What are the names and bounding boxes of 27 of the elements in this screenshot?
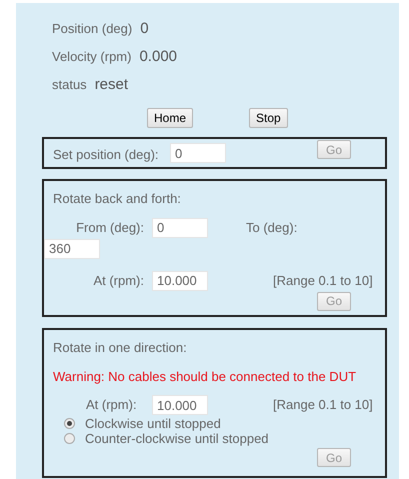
warning-text: Warning: No cables should be connected to the DUT — [53, 368, 356, 384]
radio-label: Counter-clockwise until stopped — [85, 430, 269, 448]
field-label: Set position (deg): — [53, 146, 160, 164]
input-field[interactable]: 360 — [44, 238, 100, 258]
readout-value: 0.000 — [139, 47, 178, 67]
input-field[interactable]: 10.000 — [152, 395, 208, 415]
input-field[interactable]: 0 — [170, 143, 226, 163]
readout-label: Velocity (rpm) — [52, 48, 132, 66]
radio-button[interactable] — [64, 433, 75, 444]
readout-value: 0 — [140, 19, 149, 39]
range-hint: [Range 0.1 to 10] — [273, 396, 373, 414]
field-label: At (rpm): — [86, 396, 138, 414]
stop-button[interactable]: Stop — [249, 108, 288, 128]
home-button[interactable]: Home — [147, 108, 194, 128]
range-hint: [Range 0.1 to 10] — [273, 272, 373, 290]
radio-label: Clockwise until stopped — [85, 414, 221, 433]
field-label: To (deg): — [246, 218, 298, 237]
section-title: Rotate in one direction: — [53, 340, 187, 355]
radio-button[interactable] — [64, 418, 75, 429]
readout-label: status — [52, 76, 87, 94]
readout-label: Position (deg) — [52, 20, 132, 38]
input-field[interactable]: 10.000 — [152, 270, 208, 290]
field-label: From (deg): — [75, 218, 145, 237]
readout-value: reset — [94, 75, 128, 95]
section-title: Rotate back and forth: — [53, 191, 181, 206]
field-label: At (rpm): — [92, 272, 145, 290]
input-field[interactable]: 0 — [152, 218, 208, 238]
